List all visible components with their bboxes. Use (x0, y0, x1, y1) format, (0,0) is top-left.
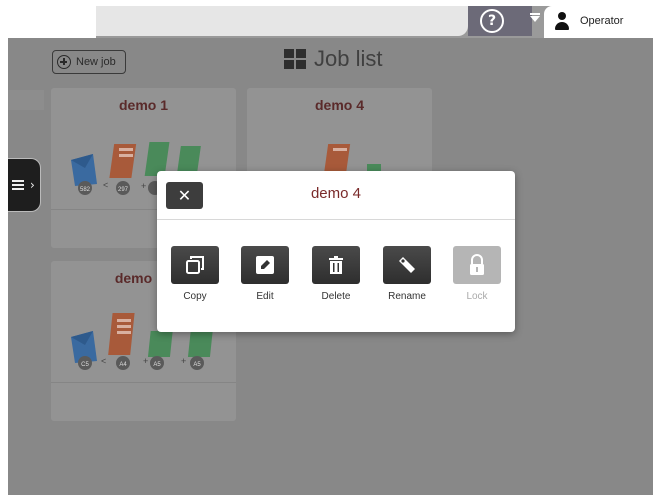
job-badge: A4 (119, 362, 127, 368)
lock-icon (470, 254, 484, 275)
dialog-title: demo 4 (310, 185, 362, 202)
lock-button-face (453, 246, 501, 284)
list-icon (12, 180, 24, 192)
top-bar-status-field (96, 6, 468, 36)
page-title-text: Job list (314, 46, 383, 71)
insert-icon (147, 331, 173, 357)
svg-text:<: < (103, 180, 108, 190)
svg-text:+: + (181, 356, 186, 366)
rename-label: Rename (388, 291, 426, 302)
edit-icon (256, 256, 274, 274)
copy-icon (186, 256, 204, 274)
lock-button: Lock (453, 246, 501, 302)
copy-button[interactable]: Copy (171, 246, 219, 302)
job-card-title: demo 4 (314, 97, 364, 113)
question-circle-icon[interactable]: ? (480, 9, 504, 33)
rename-button-face[interactable] (383, 246, 431, 284)
insert-icon (187, 331, 213, 357)
svg-text:+: + (143, 356, 148, 366)
document-icon (109, 144, 137, 178)
rename-button[interactable]: Rename (383, 246, 431, 302)
trash-icon (329, 256, 343, 274)
grid-icon (284, 49, 306, 69)
top-bar: ? Operator (8, 6, 653, 38)
top-bar-logo-area (8, 6, 96, 38)
job-badge: 297 (118, 187, 129, 193)
copy-button-face[interactable] (171, 246, 219, 284)
caret-down-icon[interactable] (530, 16, 540, 22)
job-actions-dialog: ✕ demo 4 Copy Edit Delete Rename Lock (157, 171, 515, 332)
user-label: Operator (580, 15, 624, 27)
chevron-right-icon: › (30, 178, 35, 192)
delete-button[interactable]: Delete (312, 246, 360, 302)
job-badge: 582 (80, 187, 91, 193)
job-badge: C5 (81, 362, 89, 368)
dialog-header: ✕ demo 4 (157, 171, 515, 220)
plus-circle-icon (57, 55, 71, 69)
tag-icon (399, 257, 415, 273)
svg-text:+: + (141, 181, 146, 191)
edit-label: Edit (256, 291, 274, 302)
svg-text:<: < (101, 356, 106, 366)
user-icon (554, 12, 570, 32)
job-card-title: demo 1 (118, 97, 168, 113)
new-job-label: New job (76, 56, 116, 68)
job-badge: A5 (193, 362, 201, 368)
delete-button-face[interactable] (312, 246, 360, 284)
edit-button-face[interactable] (241, 246, 289, 284)
lock-label: Lock (466, 291, 488, 302)
job-badge: A5 (153, 362, 161, 368)
document-icon (108, 313, 135, 355)
edit-button[interactable]: Edit (241, 246, 289, 302)
side-panel-toggle[interactable]: › (8, 158, 41, 212)
app-frame: ? Operator New job Job list demo 1 582 <… (8, 6, 653, 495)
menu-line-icon (530, 13, 540, 15)
delete-label: Delete (321, 291, 351, 302)
new-job-button[interactable]: New job (52, 50, 126, 74)
page-title: Job list (284, 46, 382, 72)
copy-label: Copy (183, 291, 207, 302)
job-card-footer (51, 382, 236, 421)
previous-card-edge (8, 90, 44, 110)
